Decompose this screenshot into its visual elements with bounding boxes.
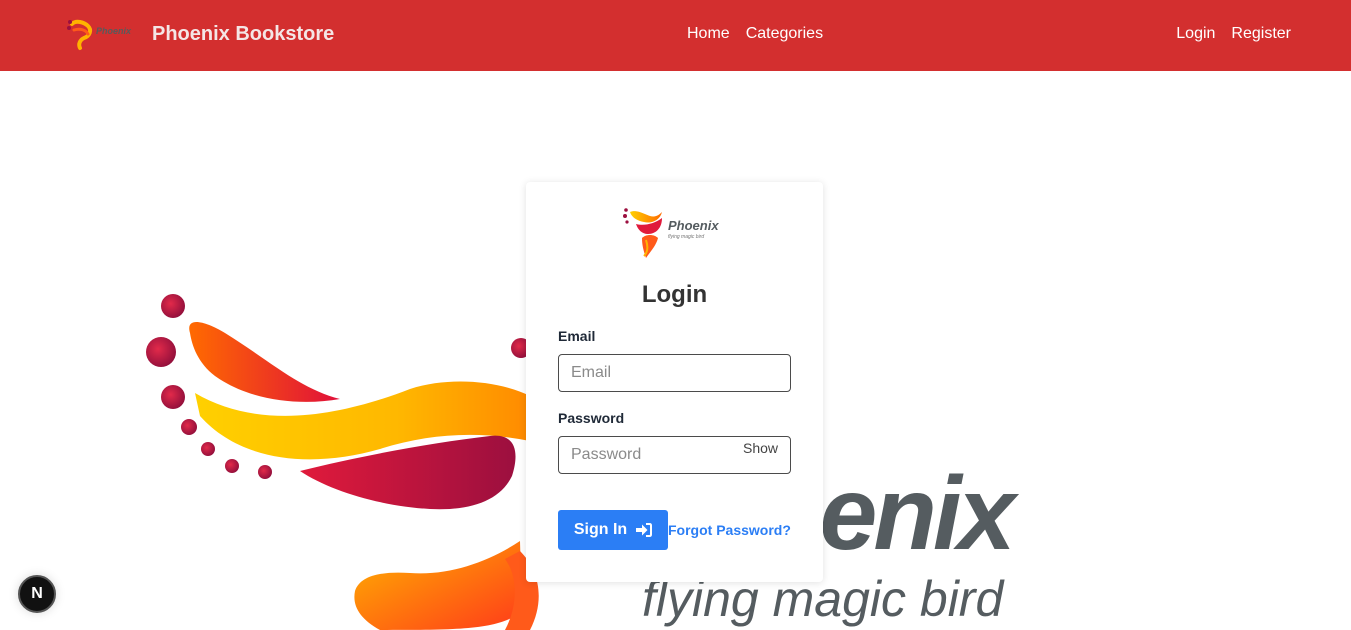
- brand-name[interactable]: Phoenix Bookstore: [152, 23, 334, 46]
- nav-register-link[interactable]: Register: [1231, 25, 1291, 43]
- sign-in-label: Sign In: [573, 521, 628, 538]
- svg-text:Phoenix: Phoenix: [96, 26, 132, 36]
- phoenix-logo-icon: Phoenix flying magic bird: [623, 208, 719, 258]
- login-card: Phoenix flying magic bird Login Email Pa…: [526, 182, 823, 582]
- show-password-toggle[interactable]: Show: [743, 440, 778, 456]
- email-label: Email: [558, 328, 596, 344]
- nav-home-link[interactable]: Home: [687, 25, 730, 43]
- brand-logo-icon[interactable]: Phoenix: [66, 14, 132, 54]
- nav-login-link[interactable]: Login: [1176, 25, 1215, 43]
- sign-in-button[interactable]: Sign In: [558, 510, 668, 550]
- next-dev-badge[interactable]: N: [18, 575, 56, 613]
- nav-categories-link[interactable]: Categories: [746, 25, 823, 43]
- nav-auth-links: Login Register: [1176, 25, 1291, 43]
- sign-in-icon: [636, 523, 653, 537]
- nav-center-links: Home Categories: [687, 25, 823, 43]
- svg-text:flying magic bird: flying magic bird: [668, 234, 704, 240]
- badge-label: N: [31, 585, 43, 602]
- email-field[interactable]: [558, 354, 791, 392]
- forgot-password-link[interactable]: Forgot Password?: [668, 522, 791, 538]
- top-navbar: Phoenix Phoenix Bookstore Home Categorie…: [0, 0, 1351, 71]
- password-label: Password: [558, 410, 625, 426]
- login-title: Login: [641, 281, 708, 308]
- svg-text:Phoenix: Phoenix: [668, 218, 719, 233]
